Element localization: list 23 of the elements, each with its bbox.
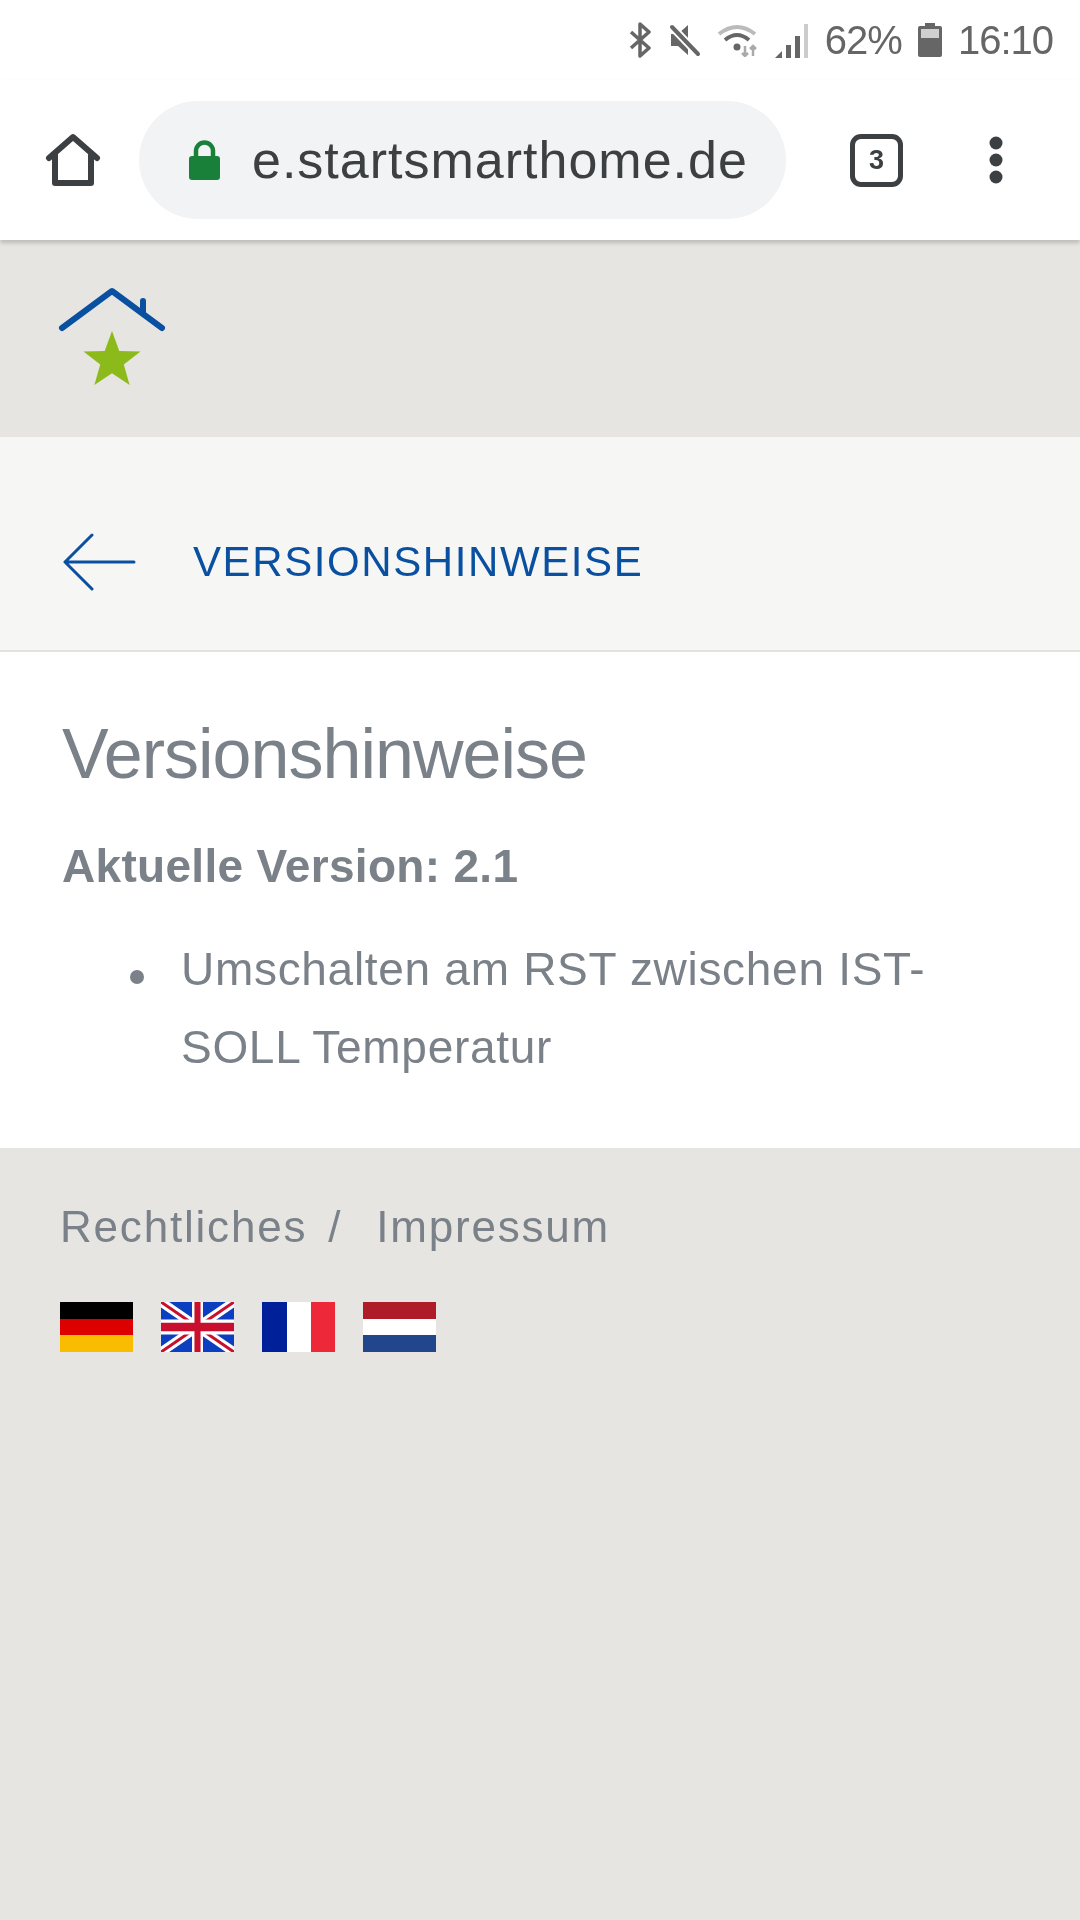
url-text: e.startsmarthome.de bbox=[252, 130, 748, 190]
mute-icon bbox=[667, 23, 701, 57]
tab-switcher-button[interactable]: 3 bbox=[850, 133, 903, 187]
battery-percentage: 62% bbox=[824, 17, 902, 63]
signal-icon bbox=[773, 22, 809, 58]
back-arrow-icon[interactable] bbox=[62, 532, 136, 591]
battery-icon bbox=[917, 23, 942, 57]
british-flag-icon[interactable] bbox=[161, 1302, 234, 1352]
german-flag-icon[interactable] bbox=[60, 1302, 133, 1352]
clock-time: 16:10 bbox=[957, 17, 1053, 63]
bluetooth-icon bbox=[628, 22, 652, 58]
address-bar[interactable]: e.startsmarthome.de bbox=[139, 101, 786, 219]
menu-icon[interactable] bbox=[989, 136, 1003, 184]
wifi-icon bbox=[716, 23, 758, 57]
page-heading: Versionshinweise bbox=[62, 714, 588, 795]
release-note-text: Umschalten am RST zwischen IST-SOLL Temperatur bbox=[181, 942, 927, 1075]
bullet-icon bbox=[130, 970, 144, 984]
dutch-flag-icon[interactable] bbox=[363, 1302, 436, 1352]
french-flag-icon[interactable] bbox=[262, 1302, 335, 1352]
current-version-text: Aktuelle Version: 2.1 bbox=[62, 839, 520, 894]
page-title: VERSIONSHINWEISE bbox=[193, 536, 644, 587]
link-separator: / bbox=[328, 1201, 343, 1253]
home-icon[interactable] bbox=[45, 133, 101, 187]
